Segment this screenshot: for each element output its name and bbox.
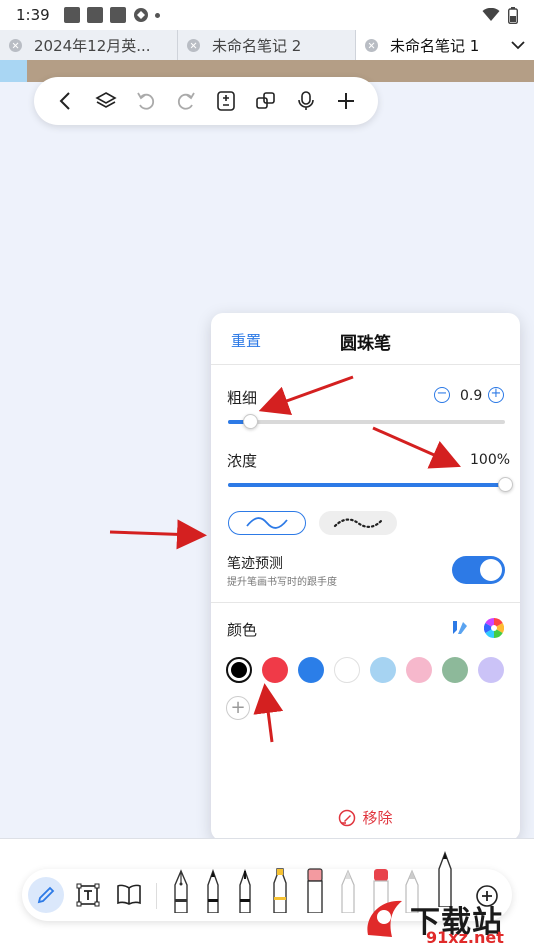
- arrow-to-red-swatch: [253, 683, 284, 743]
- annotation-arrows: [109, 375, 461, 743]
- arrow-to-stroke-style: [109, 519, 207, 550]
- arrow-to-thickness-slider: [258, 375, 354, 415]
- arrow-to-opacity-slider: [372, 426, 461, 469]
